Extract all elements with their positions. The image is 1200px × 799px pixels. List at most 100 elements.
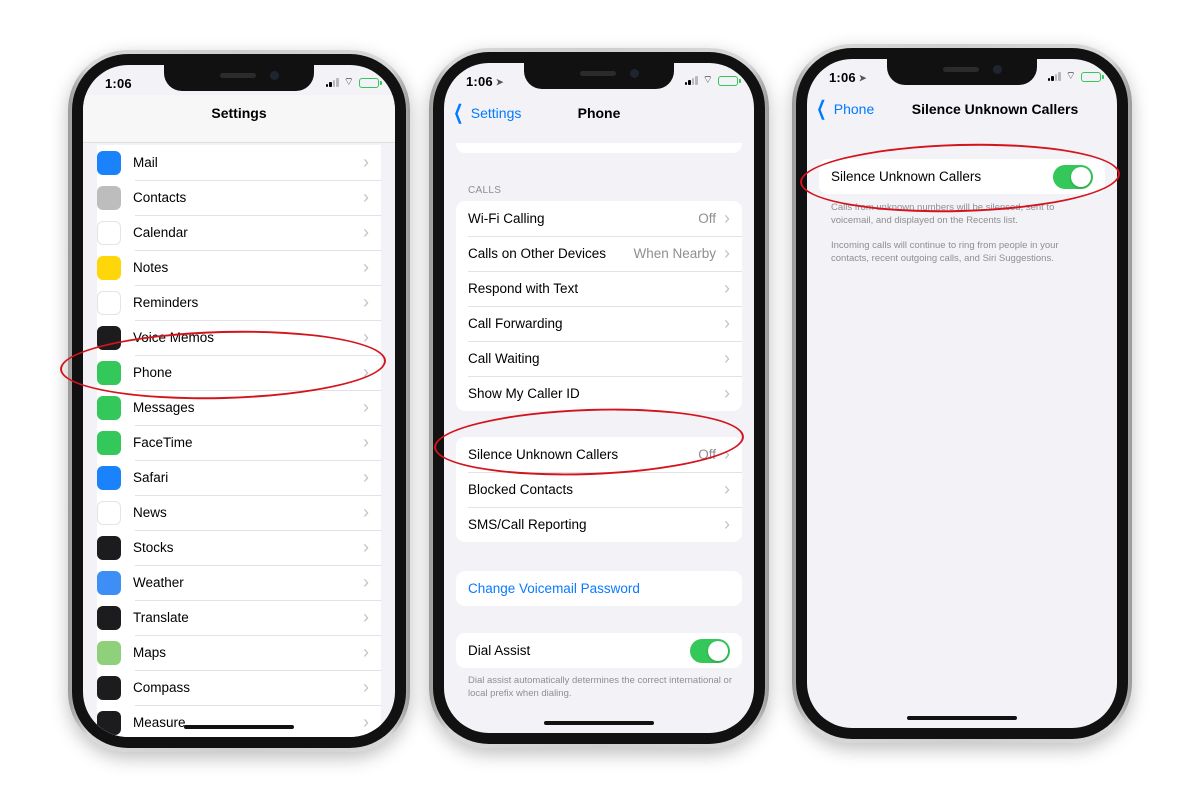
calls-row-show-my-caller-id[interactable]: Show My Caller ID › [456, 376, 742, 411]
phone-bezel: 1:06 ⌔ Settings Mail › Contacts › Calendar › N… [72, 54, 406, 748]
settings-item-label: Notes [133, 260, 169, 275]
settings-item-maps[interactable]: Maps › [97, 635, 381, 670]
location-arrow-icon: ➤ [495, 77, 504, 87]
chevron-right-icon: › [724, 348, 730, 368]
settings-item-compass[interactable]: Compass › [97, 670, 381, 705]
silence-unknown-callers-row: Silence Unknown Callers [819, 159, 1105, 194]
silence-unknown-callers-screen: 1:06 ➤ ⌔ ❮ Phone Silence Unknown Callers … [807, 59, 1117, 728]
calls-group: Wi-Fi Calling Off › Calls on Other Devices W… [456, 201, 742, 411]
phone-settings-screen: 1:06 ➤ ⌔ ❮ Settings Phone CALLS Wi-Fi Cal [444, 63, 754, 733]
cellular-signal-icon [684, 76, 698, 85]
news-icon [97, 500, 121, 525]
calls-row-call-waiting[interactable]: Call Waiting › [456, 341, 742, 376]
silence-footer-1: Calls from unknown numbers will be silen… [831, 202, 1055, 226]
chevron-right-icon: › [363, 607, 369, 627]
status-indicators: ⌔ [1047, 71, 1104, 82]
chevron-left-icon: ❮ [453, 102, 464, 124]
calls-section-header: CALLS [468, 185, 502, 196]
back-button-phone[interactable]: ❮ Phone [813, 98, 875, 120]
settings-item-translate[interactable]: Translate › [97, 600, 381, 635]
dial-assist-footer: Dial assist automatically determines the… [468, 675, 733, 699]
back-label: Phone [833, 101, 875, 117]
weather-icon [97, 570, 121, 595]
chevron-right-icon: › [363, 222, 369, 242]
maps-icon [97, 640, 121, 665]
calls-row-wi-fi-calling[interactable]: Wi-Fi Calling Off › [456, 201, 742, 236]
chevron-right-icon: › [363, 502, 369, 522]
settings-item-voice-memos[interactable]: Voice Memos › [97, 320, 381, 355]
home-indicator[interactable] [184, 725, 294, 729]
compass-icon [97, 675, 121, 700]
chevron-left-icon: ❮ [816, 98, 827, 120]
wifi-icon: ⌔ [702, 74, 713, 86]
row-label: Silence Unknown Callers [468, 447, 619, 462]
status-time: 1:06 [105, 76, 132, 91]
cellular-signal-icon [1047, 72, 1061, 81]
chevron-right-icon: › [363, 642, 369, 662]
settings-item-messages[interactable]: Messages › [97, 390, 381, 425]
chevron-right-icon: › [724, 383, 730, 403]
chevron-right-icon: › [724, 208, 730, 228]
chevron-right-icon: › [363, 467, 369, 487]
settings-item-facetime[interactable]: FaceTime › [97, 425, 381, 460]
row-value: When Nearby [633, 246, 716, 261]
phone-silence-unknown-callers: 1:06 ➤ ⌔ ❮ Phone Silence Unknown Callers … [792, 44, 1132, 743]
phone-phone-settings: 1:06 ➤ ⌔ ❮ Settings Phone CALLS Wi-Fi Cal [429, 48, 769, 748]
settings-item-stocks[interactable]: Stocks › [97, 530, 381, 565]
change-voicemail-password-label: Change Voicemail Password [468, 581, 640, 596]
reminders-icon [97, 290, 121, 315]
status-time: 1:06 ➤ [829, 70, 867, 85]
voice-memos-icon [97, 325, 121, 350]
settings-item-mail[interactable]: Mail › [97, 145, 381, 180]
settings-item-news[interactable]: News › [97, 495, 381, 530]
dial-assist-toggle[interactable] [690, 638, 730, 663]
calls-row-respond-with-text[interactable]: Respond with Text › [456, 271, 742, 306]
settings-item-label: Calendar [133, 225, 188, 240]
notch [524, 63, 674, 89]
blocking-row-silence-unknown-callers[interactable]: Silence Unknown Callers Off › [456, 437, 742, 472]
notes-icon [97, 255, 121, 280]
calls-row-call-forwarding[interactable]: Call Forwarding › [456, 306, 742, 341]
settings-list: Mail › Contacts › Calendar › Notes › Reminders › V… [97, 145, 381, 737]
contacts-icon [97, 185, 121, 210]
notch [164, 65, 314, 91]
settings-item-label: News [133, 505, 167, 520]
settings-item-phone[interactable]: Phone › [97, 355, 381, 390]
settings-item-label: Translate [133, 610, 189, 625]
blocking-row-blocked-contacts[interactable]: Blocked Contacts › [456, 472, 742, 507]
silence-footer-2: Incoming calls will continue to ring fro… [831, 240, 1059, 264]
row-label: SMS/Call Reporting [468, 517, 587, 532]
silence-nav-bar: ❮ Phone Silence Unknown Callers [807, 93, 1117, 133]
battery-icon [359, 77, 382, 88]
dial-assist-row: Dial Assist [456, 633, 742, 668]
row-label: Call Waiting [468, 351, 540, 366]
silence-unknown-callers-label: Silence Unknown Callers [831, 169, 982, 184]
settings-item-label: Contacts [133, 190, 187, 205]
settings-item-safari[interactable]: Safari › [97, 460, 381, 495]
settings-item-label: Compass [133, 680, 191, 695]
mail-icon [97, 150, 121, 175]
stocks-icon [97, 535, 121, 560]
settings-item-label: Messages [133, 400, 195, 415]
chevron-right-icon: › [724, 278, 730, 298]
row-label: Blocked Contacts [468, 482, 574, 497]
home-indicator[interactable] [907, 716, 1017, 720]
settings-item-reminders[interactable]: Reminders › [97, 285, 381, 320]
settings-item-contacts[interactable]: Contacts › [97, 180, 381, 215]
silence-unknown-callers-toggle[interactable] [1053, 164, 1093, 189]
cellular-signal-icon [325, 78, 339, 87]
settings-item-notes[interactable]: Notes › [97, 250, 381, 285]
settings-item-measure[interactable]: Measure › [97, 705, 381, 737]
settings-item-label: Reminders [133, 295, 199, 310]
blocking-row-sms-call-reporting[interactable]: SMS/Call Reporting › [456, 507, 742, 542]
settings-item-weather[interactable]: Weather › [97, 565, 381, 600]
location-arrow-icon: ➤ [858, 73, 867, 83]
notch [887, 59, 1037, 85]
change-voicemail-password-button[interactable]: Change Voicemail Password [456, 571, 742, 606]
settings-item-calendar[interactable]: Calendar › [97, 215, 381, 250]
calls-row-calls-on-other-devices[interactable]: Calls on Other Devices When Nearby › [456, 236, 742, 271]
page-title: Silence Unknown Callers [911, 101, 1079, 117]
back-button-settings[interactable]: ❮ Settings [450, 102, 521, 124]
home-indicator[interactable] [544, 721, 654, 725]
calendar-icon [97, 220, 121, 245]
